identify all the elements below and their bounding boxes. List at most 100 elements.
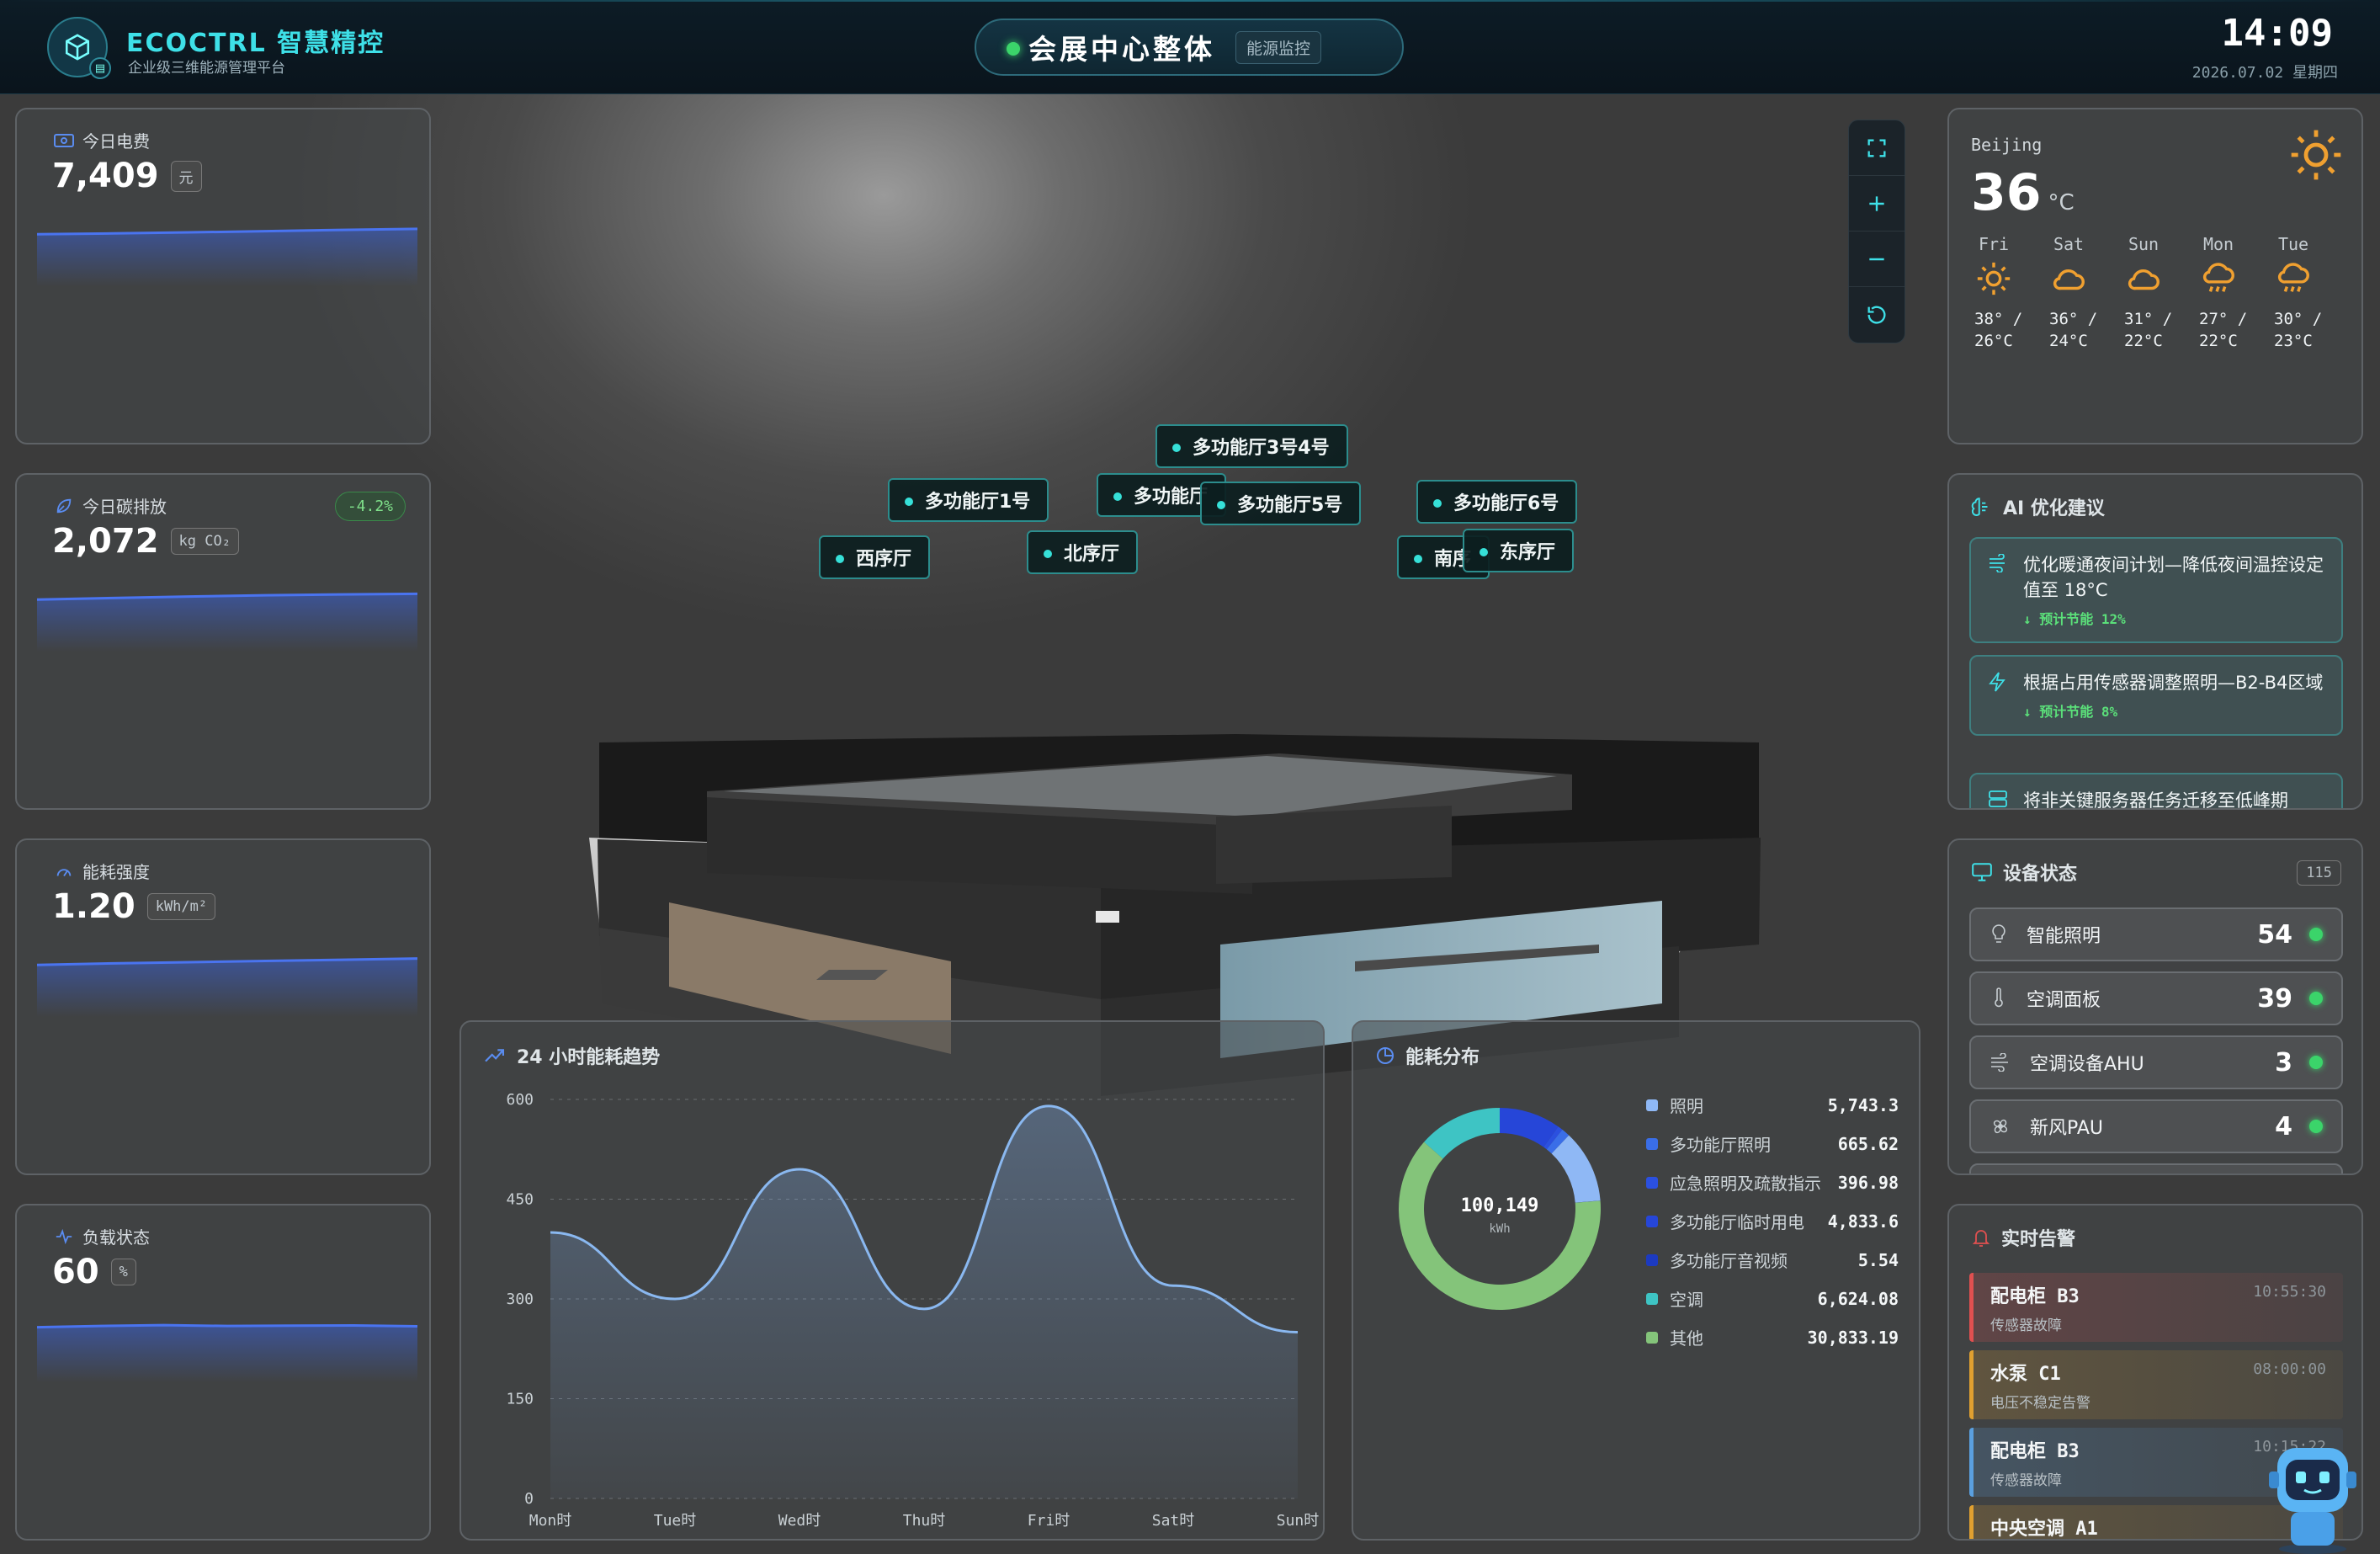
legend-item[interactable]: 照明 5,743.3 <box>1646 1093 1899 1117</box>
calendar-badge-icon: ▤ <box>89 57 111 79</box>
alarm-desc: 传感器故障 <box>1990 1317 2062 1334</box>
ai-title: AI 优化建议 <box>2003 498 2105 519</box>
device-row-lighting[interactable]: 智能照明 54 <box>1969 907 2343 961</box>
forecast-day: Sat 36° / 24°C <box>2049 234 2108 350</box>
legend-item[interactable]: 空调 6,624.08 <box>1646 1286 1899 1311</box>
top-bar: ▤ ECOCTRL 智慧精控 企业级三维能源管理平台 会展中心整体 能源监控 1… <box>0 0 2380 94</box>
ai-panel: AI 优化建议 优化暖通夜间计划—降低夜间温控设定值至 18°C ↓ 预计节能 … <box>1947 473 2363 810</box>
reset-view-button[interactable] <box>1849 287 1905 343</box>
map-label-hall-3-4[interactable]: 多功能厅3号4号 <box>1155 424 1348 468</box>
device-row-pau[interactable]: 新风PAU 4 <box>1969 1099 2343 1153</box>
legend-item[interactable]: 其他 30,833.19 <box>1646 1325 1899 1349</box>
forecast-day: Mon 27° / 22°C <box>2199 234 2258 350</box>
map-label-hall-5[interactable]: 多功能厅5号 <box>1200 482 1362 525</box>
cloud-icon <box>2053 269 2085 290</box>
online-dot-icon <box>2309 1056 2323 1069</box>
alarm-time: 10:55:30 <box>2253 1283 2326 1301</box>
forecast-low: 23°C <box>2274 332 2313 350</box>
forecast-day-name: Sat <box>2053 234 2085 254</box>
rain-icon <box>2277 263 2309 292</box>
map-label-hall-1[interactable]: 多功能厅1号 <box>888 478 1049 522</box>
device-row-more[interactable] <box>1969 1163 2343 1173</box>
legend-item[interactable]: 应急照明及疏散指示 396.98 <box>1646 1170 1899 1195</box>
ai-saving: ↓ 预计节能 12% <box>2023 611 2126 627</box>
weather-temp: 36 <box>1971 163 2042 222</box>
device-name: 智能照明 <box>2027 926 2101 947</box>
kpi-label: 能耗强度 <box>82 862 150 882</box>
legend-item[interactable]: 多功能厅照明 665.62 <box>1646 1131 1899 1156</box>
ai-suggestion-card[interactable]: 根据占用传感器调整照明—B2-B4区域 ↓ 预计节能 8% <box>1969 655 2343 736</box>
kpi-label: 今日碳排放 <box>82 497 167 517</box>
kpi-value: 7,409 <box>52 157 159 195</box>
map-label-hall-6[interactable]: 多功能厅6号 <box>1416 480 1578 524</box>
ai-suggestion-card[interactable]: 将非关键服务器任务迁移至低峰期 <box>1969 773 2343 808</box>
legend-swatch <box>1646 1253 1658 1266</box>
forecast-high: 31° / <box>2124 310 2173 328</box>
donut-slice[interactable] <box>1424 1108 1500 1159</box>
device-count: 54 <box>2257 919 2292 950</box>
zoom-out-button[interactable] <box>1849 232 1905 287</box>
x-tick-label: Tue时 <box>654 1512 697 1530</box>
device-count: 3 <box>2275 1047 2292 1078</box>
kpi-sparkline <box>37 957 417 1017</box>
ai-suggestion-card[interactable]: 优化暖通夜间计划—降低夜间温控设定值至 18°C ↓ 预计节能 12% <box>1969 537 2343 643</box>
legend-value: 665.62 <box>1837 1133 1899 1154</box>
legend-value: 396.98 <box>1837 1172 1899 1193</box>
forecast-day-name: Mon <box>2202 234 2234 254</box>
clock: 14:09 <box>2221 12 2333 55</box>
brand-subtitle: 企业级三维能源管理平台 <box>128 60 285 77</box>
y-tick-label: 600 <box>506 1091 534 1109</box>
scene-tag: 能源监控 <box>1235 30 1322 64</box>
device-row-ac-panel[interactable]: 空调面板 39 <box>1969 971 2343 1025</box>
kpi-intensity-card: 能耗强度 1.20 kWh/m² <box>15 838 431 1175</box>
x-tick-label: Wed时 <box>778 1512 821 1530</box>
kpi-value: 1.20 <box>52 887 135 926</box>
forecast-high: 36° / <box>2049 310 2098 328</box>
legend-swatch <box>1646 1331 1658 1344</box>
thermometer-icon <box>1995 987 2003 1008</box>
ai-suggestion-text: 优化暖通夜间计划—降低夜间温控设定值至 18°C <box>2023 555 2324 600</box>
map-label-north-lobby[interactable]: 北序厅 <box>1027 530 1139 574</box>
device-title: 设备状态 <box>2003 864 2078 885</box>
rotate-icon <box>1867 306 1886 324</box>
device-name: 空调设备AHU <box>2030 1054 2144 1075</box>
assistant-robot-button[interactable] <box>2262 1441 2363 1554</box>
legend-item[interactable]: 多功能厅临时用电 4,833.6 <box>1646 1209 1899 1233</box>
alarm-item[interactable]: 水泵 C1 电压不稳定告警 08:00:00 <box>1969 1350 2343 1419</box>
legend-swatch <box>1646 1215 1658 1227</box>
plus-icon <box>1869 195 1884 211</box>
x-tick-label: Sun时 <box>1277 1512 1320 1530</box>
map-label-east-lobby[interactable]: 东序厅 <box>1463 529 1575 572</box>
kpi-unit: 元 <box>170 160 202 192</box>
legend-item[interactable]: 多功能厅音视频 5.54 <box>1646 1248 1899 1272</box>
legend-value: 5,743.3 <box>1827 1094 1899 1115</box>
device-count: 4 <box>2275 1111 2292 1142</box>
device-row-ahu[interactable]: 空调设备AHU 3 <box>1969 1035 2343 1089</box>
alarm-item[interactable]: 配电柜 B3 传感器故障 10:55:30 <box>1969 1273 2343 1342</box>
kpi-electricity-card: 今日电费 7,409 元 <box>15 108 431 444</box>
x-tick-label: Sat时 <box>1152 1512 1195 1530</box>
weather-city: Beijing <box>1971 135 2043 155</box>
kpi-value: 2,072 <box>52 522 159 561</box>
forecast-low: 24°C <box>2049 332 2088 350</box>
map-label-west-lobby[interactable]: 西序厅 <box>819 535 931 579</box>
legend-swatch <box>1646 1137 1658 1150</box>
zoom-in-button[interactable] <box>1849 176 1905 232</box>
kpi-unit: kg CO₂ <box>170 528 239 555</box>
server-icon <box>1989 790 2007 807</box>
x-tick-label: Mon时 <box>529 1512 572 1530</box>
legend-value: 30,833.19 <box>1807 1327 1899 1348</box>
minus-icon <box>1869 258 1884 260</box>
cube-icon <box>65 34 90 61</box>
alarm-title: 实时告警 <box>2001 1229 2076 1250</box>
pie-chart-icon <box>1377 1047 1394 1064</box>
trend-area <box>550 1105 1298 1498</box>
monitor-icon <box>1972 863 1992 881</box>
forecast-day-name: Sun <box>2128 234 2160 254</box>
sun-icon <box>2291 130 2341 180</box>
device-name: 新风PAU <box>2030 1118 2104 1139</box>
kpi-sparkline <box>37 1323 417 1382</box>
sparkline-area <box>37 1325 417 1382</box>
fullscreen-button[interactable] <box>1849 120 1905 176</box>
scene-title[interactable]: 会展中心整体 能源监控 <box>975 19 1404 76</box>
